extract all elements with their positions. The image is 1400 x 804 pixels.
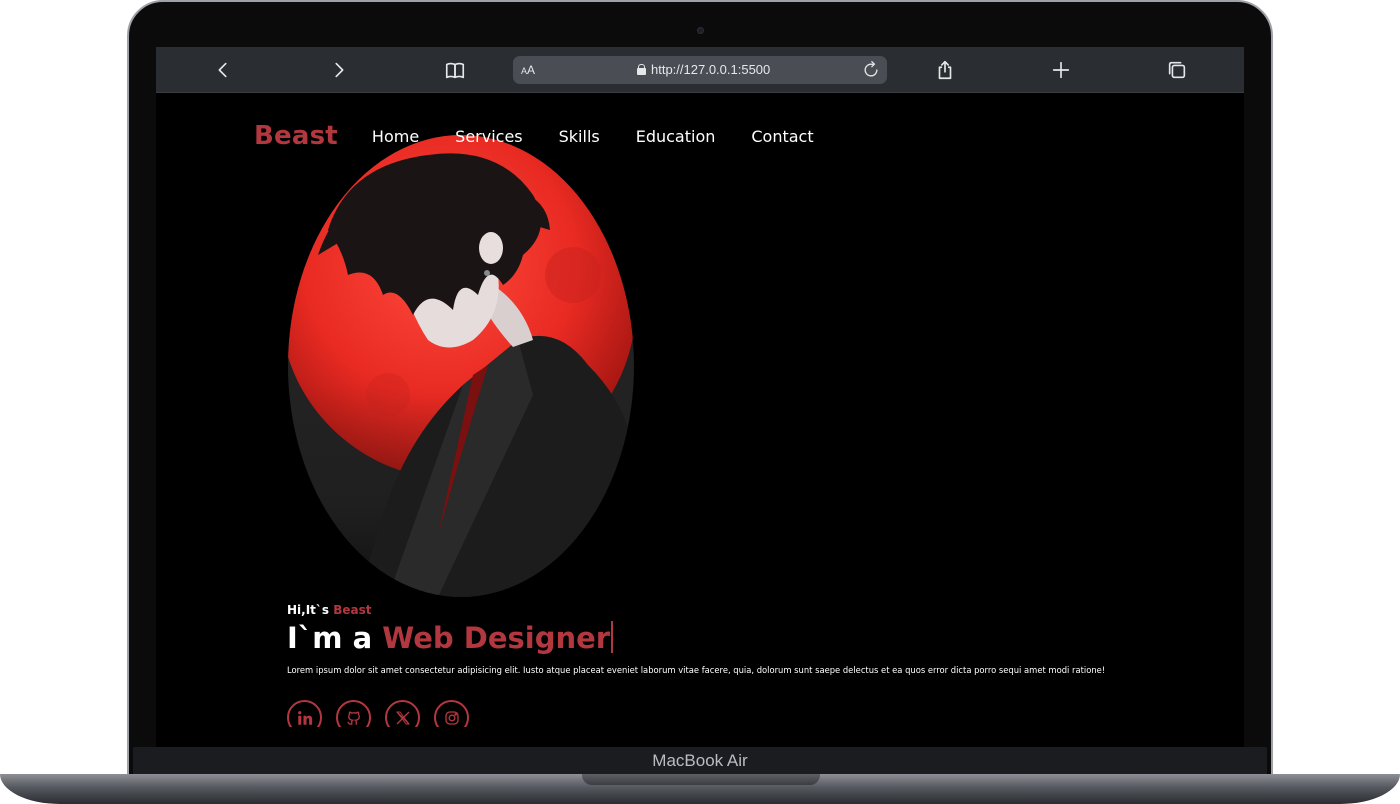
linkedin-icon[interactable] (287, 700, 322, 727)
instagram-icon[interactable] (434, 700, 469, 727)
nav-services[interactable]: Services (455, 127, 522, 146)
screen: AA http://127.0.0.1:5500 Beast Home Serv… (156, 47, 1244, 747)
address-bar[interactable]: AA http://127.0.0.1:5500 (513, 56, 887, 84)
nav-education[interactable]: Education (636, 127, 716, 146)
url-text: http://127.0.0.1:5500 (651, 62, 771, 77)
back-icon[interactable] (211, 58, 235, 82)
lock-icon (637, 64, 646, 75)
share-icon[interactable] (933, 58, 957, 82)
reader-aa-button[interactable]: AA (521, 63, 535, 77)
typing-caret (611, 621, 614, 653)
new-tab-icon[interactable] (1049, 58, 1073, 82)
forward-icon[interactable] (327, 58, 351, 82)
laptop-chin: MacBook Air (133, 747, 1267, 775)
nav-home[interactable]: Home (372, 127, 419, 146)
bio-text: Lorem ipsum dolor sit amet consectetur a… (287, 665, 1106, 675)
headline: I`m a Web Designer (287, 621, 614, 655)
site-logo[interactable]: Beast (254, 121, 338, 151)
greeting-name: Beast (333, 603, 372, 617)
social-links (287, 700, 487, 727)
camera-icon (697, 27, 704, 34)
github-icon[interactable] (336, 700, 371, 727)
headline-role: Web Designer (382, 621, 611, 655)
greeting-prefix: Hi,It`s (287, 603, 334, 617)
hero-portrait-image (288, 135, 634, 597)
portfolio-page: Beast Home Services Skills Education Con… (156, 93, 1244, 747)
x-icon[interactable] (385, 700, 420, 727)
laptop-notch (582, 774, 820, 785)
bookmarks-icon[interactable] (443, 58, 467, 82)
device-label: MacBook Air (652, 751, 748, 770)
main-nav: Beast Home Services Skills Education Con… (254, 121, 850, 151)
greeting: Hi,It`s Beast (287, 603, 372, 617)
nav-contact[interactable]: Contact (751, 127, 813, 146)
headline-prefix: I`m a (287, 621, 383, 655)
reload-icon[interactable] (861, 60, 881, 80)
nav-skills[interactable]: Skills (559, 127, 600, 146)
browser-toolbar: AA http://127.0.0.1:5500 (156, 47, 1244, 93)
tabs-icon[interactable] (1165, 58, 1189, 82)
